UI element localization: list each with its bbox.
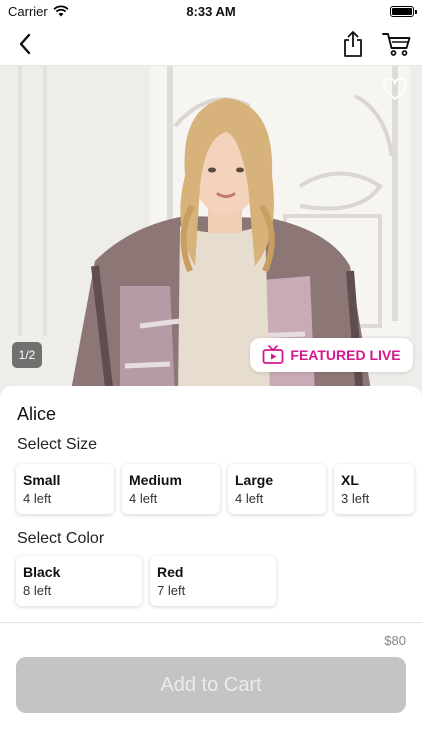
size-name: Small — [23, 472, 61, 488]
color-options: Black 8 left Red 7 left — [16, 556, 276, 606]
size-option-large[interactable]: Large 4 left — [228, 464, 326, 514]
featured-live-badge[interactable]: FEATURED LIVE — [250, 338, 413, 372]
size-name: Large — [235, 472, 274, 488]
checkout-bar: $80 Add to Cart — [0, 622, 422, 750]
status-bar: Carrier 8:33 AM — [0, 0, 422, 22]
color-option-red[interactable]: Red 7 left — [150, 556, 276, 606]
color-name: Black — [23, 564, 61, 580]
color-name: Red — [157, 564, 184, 580]
featured-live-label: FEATURED LIVE — [290, 347, 401, 363]
size-option-xl[interactable]: XL 3 left — [334, 464, 414, 514]
product-image[interactable]: 1/2 FEATURED LIVE — [0, 66, 422, 396]
battery-icon — [390, 5, 417, 17]
color-option-black[interactable]: Black 8 left — [16, 556, 142, 606]
select-color-label: Select Color — [17, 530, 105, 547]
size-option-small[interactable]: Small 4 left — [16, 464, 114, 514]
chevron-left-icon — [19, 33, 31, 54]
back-button[interactable] — [10, 29, 40, 59]
size-options: Small 4 left Medium 4 left Large 4 left … — [16, 464, 414, 514]
select-size-label: Select Size — [17, 436, 98, 453]
tv-icon — [262, 345, 284, 364]
nav-bar — [0, 22, 422, 66]
price-label: $80 — [384, 633, 406, 648]
nav-actions — [338, 29, 412, 59]
size-stock: 4 left — [235, 491, 264, 506]
size-name: Medium — [129, 472, 182, 488]
wifi-icon — [53, 5, 69, 17]
product-name: Alice — [17, 404, 57, 424]
size-stock: 3 left — [341, 491, 370, 506]
add-to-cart-button[interactable]: Add to Cart — [16, 657, 406, 713]
size-option-medium[interactable]: Medium 4 left — [122, 464, 220, 514]
status-left: Carrier — [8, 4, 69, 19]
size-stock: 4 left — [23, 491, 52, 506]
favorite-button[interactable] — [382, 77, 408, 102]
cart-icon — [382, 32, 411, 56]
carrier-label: Carrier — [8, 3, 48, 19]
cart-button[interactable] — [382, 29, 412, 59]
color-stock: 7 left — [157, 583, 186, 598]
image-page-indicator: 1/2 — [12, 342, 42, 368]
heart-icon — [383, 77, 407, 100]
color-stock: 8 left — [23, 583, 52, 598]
size-stock: 4 left — [129, 491, 158, 506]
share-button[interactable] — [338, 29, 368, 59]
size-name: XL — [341, 472, 359, 488]
share-icon — [344, 30, 362, 57]
product-options-sheet: Alice Select Size Small 4 left Medium 4 … — [0, 386, 422, 622]
